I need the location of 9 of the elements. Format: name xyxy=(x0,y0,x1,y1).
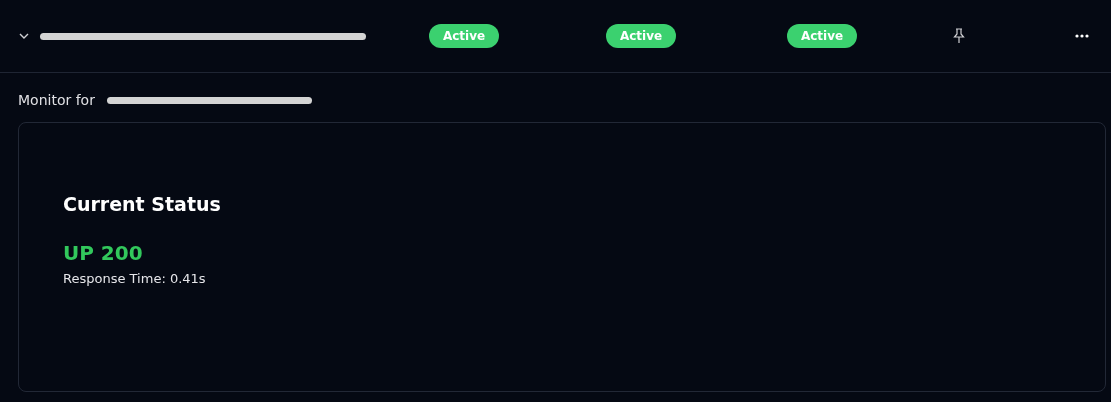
monitor-label: Monitor for xyxy=(18,92,95,108)
pin-icon[interactable] xyxy=(952,28,966,44)
status-badge: Active xyxy=(428,24,500,48)
status-badge: Active xyxy=(605,24,677,48)
status-badge: Active xyxy=(786,24,858,48)
status-text: UP 200 xyxy=(63,241,143,265)
more-icon[interactable] xyxy=(1075,34,1089,38)
response-time: Response Time: 0.41s xyxy=(63,271,206,286)
card-title: Current Status xyxy=(63,193,221,215)
